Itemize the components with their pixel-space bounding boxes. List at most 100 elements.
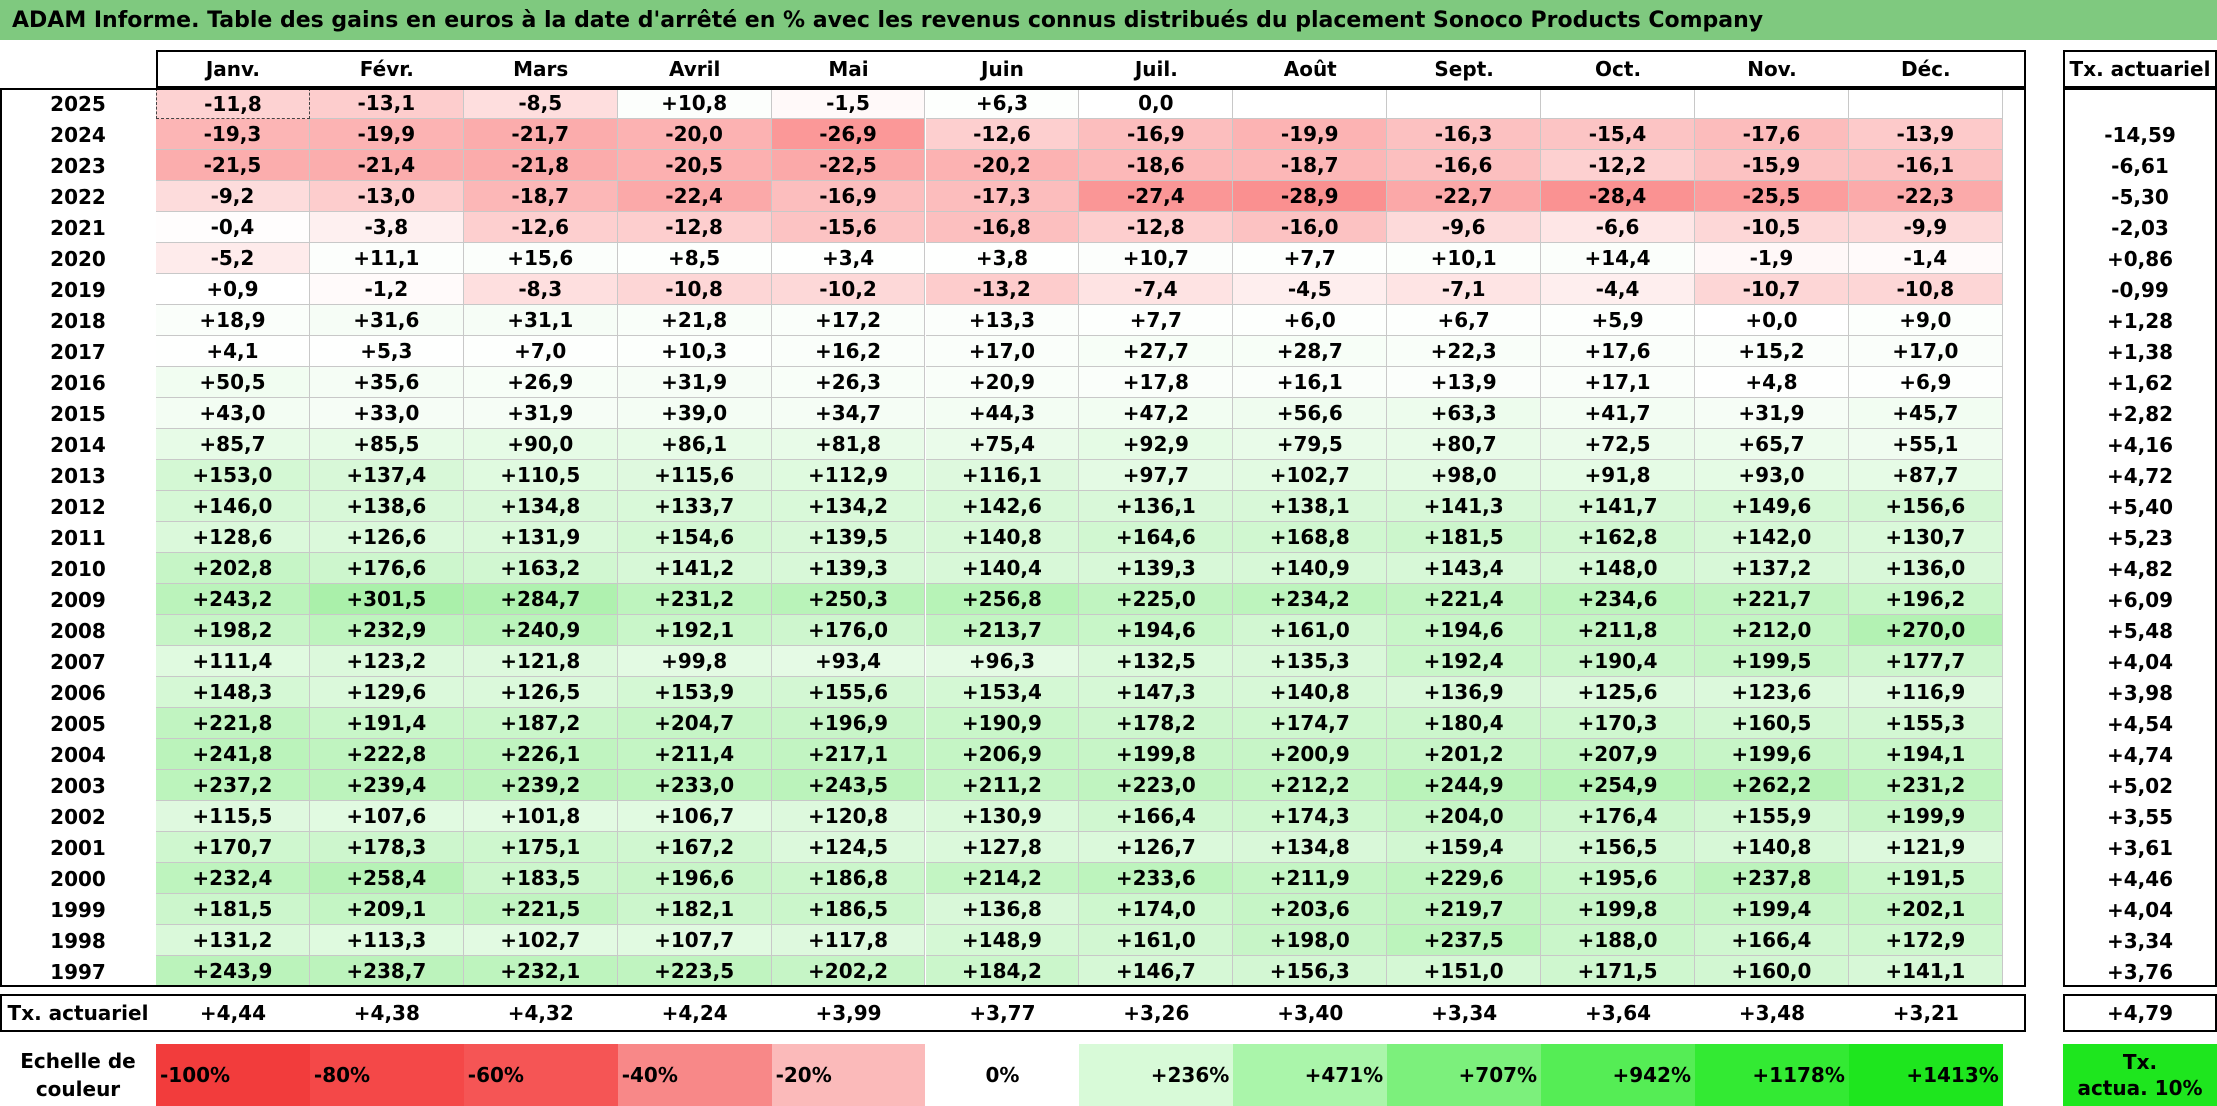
data-cell: +241,8 (156, 739, 310, 770)
data-cell: -0,4 (156, 212, 310, 243)
data-cell: +192,4 (1387, 646, 1542, 677)
data-cell: +31,9 (1695, 398, 1849, 429)
data-cell: +9,0 (1848, 305, 2003, 336)
data-cell: +200,9 (1233, 739, 1388, 770)
data-cell: -8,5 (463, 88, 618, 119)
rate-cell: +2,82 (2106, 401, 2174, 426)
data-cell: +136,0 (1848, 553, 2003, 584)
data-cell: +139,5 (771, 522, 926, 553)
data-cell: +91,8 (1541, 460, 1695, 491)
data-cell: +0,0 (1695, 305, 1849, 336)
year-label: 2006 (50, 680, 106, 705)
data-cell: -12,8 (1079, 212, 1234, 243)
data-cell: -12,6 (925, 119, 1080, 150)
data-cell: +206,9 (925, 739, 1080, 770)
data-cell: +190,9 (925, 708, 1080, 739)
data-cell: +125,6 (1541, 677, 1695, 708)
data-cell: +16,2 (771, 336, 926, 367)
year-label: 2002 (50, 804, 106, 829)
scale-step: -100% (156, 1044, 310, 1106)
data-cell: +126,7 (1079, 832, 1234, 863)
year-label: 2021 (50, 215, 106, 240)
data-cell: +31,9 (463, 398, 618, 429)
rate-cell: -2,03 (2111, 215, 2169, 240)
rate-cell: +3,61 (2106, 835, 2174, 860)
scale-step: -40% (617, 1044, 772, 1106)
year-label: 2005 (50, 711, 106, 736)
data-cell: -16,8 (925, 212, 1080, 243)
data-cell: +99,8 (617, 646, 772, 677)
data-cell: +17,1 (1541, 367, 1695, 398)
data-cell: -22,4 (617, 181, 772, 212)
year-label: 2012 (50, 494, 106, 519)
data-cell: -20,2 (925, 150, 1080, 181)
data-cell: +212,0 (1695, 615, 1849, 646)
scale-step: -80% (309, 1044, 464, 1106)
data-cell: -28,9 (1233, 181, 1388, 212)
data-cell: +131,9 (463, 522, 618, 553)
data-cell: +211,2 (925, 770, 1080, 801)
data-cell: +140,9 (1233, 553, 1388, 584)
data-cell: +186,8 (771, 863, 926, 894)
year-label: 2000 (50, 866, 106, 891)
data-cell: +183,5 (463, 863, 618, 894)
data-cell: +209,1 (309, 894, 464, 925)
data-cell: +148,0 (1541, 553, 1695, 584)
data-cell: +202,1 (1848, 894, 2003, 925)
data-cell: -4,4 (1541, 274, 1695, 305)
data-cell: +97,7 (1079, 460, 1234, 491)
data-cell: +204,0 (1387, 801, 1542, 832)
data-cell: +121,9 (1848, 832, 2003, 863)
data-cell: +86,1 (617, 429, 772, 460)
footer-cell: +4,32 (507, 1001, 574, 1025)
data-cell: +116,9 (1848, 677, 2003, 708)
data-cell: +136,1 (1079, 491, 1234, 522)
data-cell: +107,7 (617, 925, 772, 956)
data-cell: +10,7 (1079, 243, 1234, 274)
rate-cell: +3,98 (2106, 680, 2174, 705)
year-label: 2004 (50, 742, 106, 767)
data-cell: +85,7 (156, 429, 310, 460)
data-cell: +123,6 (1695, 677, 1849, 708)
data-cell: +199,6 (1695, 739, 1849, 770)
data-cell: +130,9 (925, 801, 1080, 832)
data-cell: -18,6 (1079, 150, 1234, 181)
data-cell: +213,7 (925, 615, 1080, 646)
data-cell: +55,1 (1848, 429, 2003, 460)
scale-step: +707% (1387, 1044, 1542, 1106)
rate-cell: +5,23 (2106, 525, 2174, 550)
data-cell: +244,9 (1387, 770, 1542, 801)
year-label: 1999 (50, 897, 106, 922)
data-cell: +153,4 (925, 677, 1080, 708)
data-cell: -22,3 (1848, 181, 2003, 212)
data-cell: +138,6 (309, 491, 464, 522)
data-cell: +72,5 (1541, 429, 1695, 460)
year-label: 2020 (50, 246, 106, 271)
data-cell: +195,6 (1541, 863, 1695, 894)
data-cell: -9,9 (1848, 212, 2003, 243)
data-cell: +238,7 (309, 956, 464, 987)
data-cell: +92,9 (1079, 429, 1234, 460)
data-cell: -15,4 (1541, 119, 1695, 150)
data-cell: +166,4 (1695, 925, 1849, 956)
month-header: Juin (981, 57, 1024, 81)
data-cell: +141,7 (1541, 491, 1695, 522)
data-cell: +101,8 (463, 801, 618, 832)
data-cell: +102,7 (463, 925, 618, 956)
data-cell: +153,9 (617, 677, 772, 708)
data-cell: +221,7 (1695, 584, 1849, 615)
data-cell: +34,7 (771, 398, 926, 429)
year-label: 2008 (50, 618, 106, 643)
data-cell: +192,1 (617, 615, 772, 646)
data-cell: +146,7 (1079, 956, 1234, 987)
footer-cell: +4,24 (661, 1001, 728, 1025)
data-cell: +243,5 (771, 770, 926, 801)
scale-label-line2: couleur (35, 1077, 121, 1101)
data-cell: +10,1 (1387, 243, 1542, 274)
data-cell: -18,7 (463, 181, 618, 212)
data-cell: +17,0 (1848, 336, 2003, 367)
year-label: 2023 (50, 153, 106, 178)
data-cell: +123,2 (309, 646, 464, 677)
data-cell: +41,7 (1541, 398, 1695, 429)
data-cell: +217,1 (771, 739, 926, 770)
